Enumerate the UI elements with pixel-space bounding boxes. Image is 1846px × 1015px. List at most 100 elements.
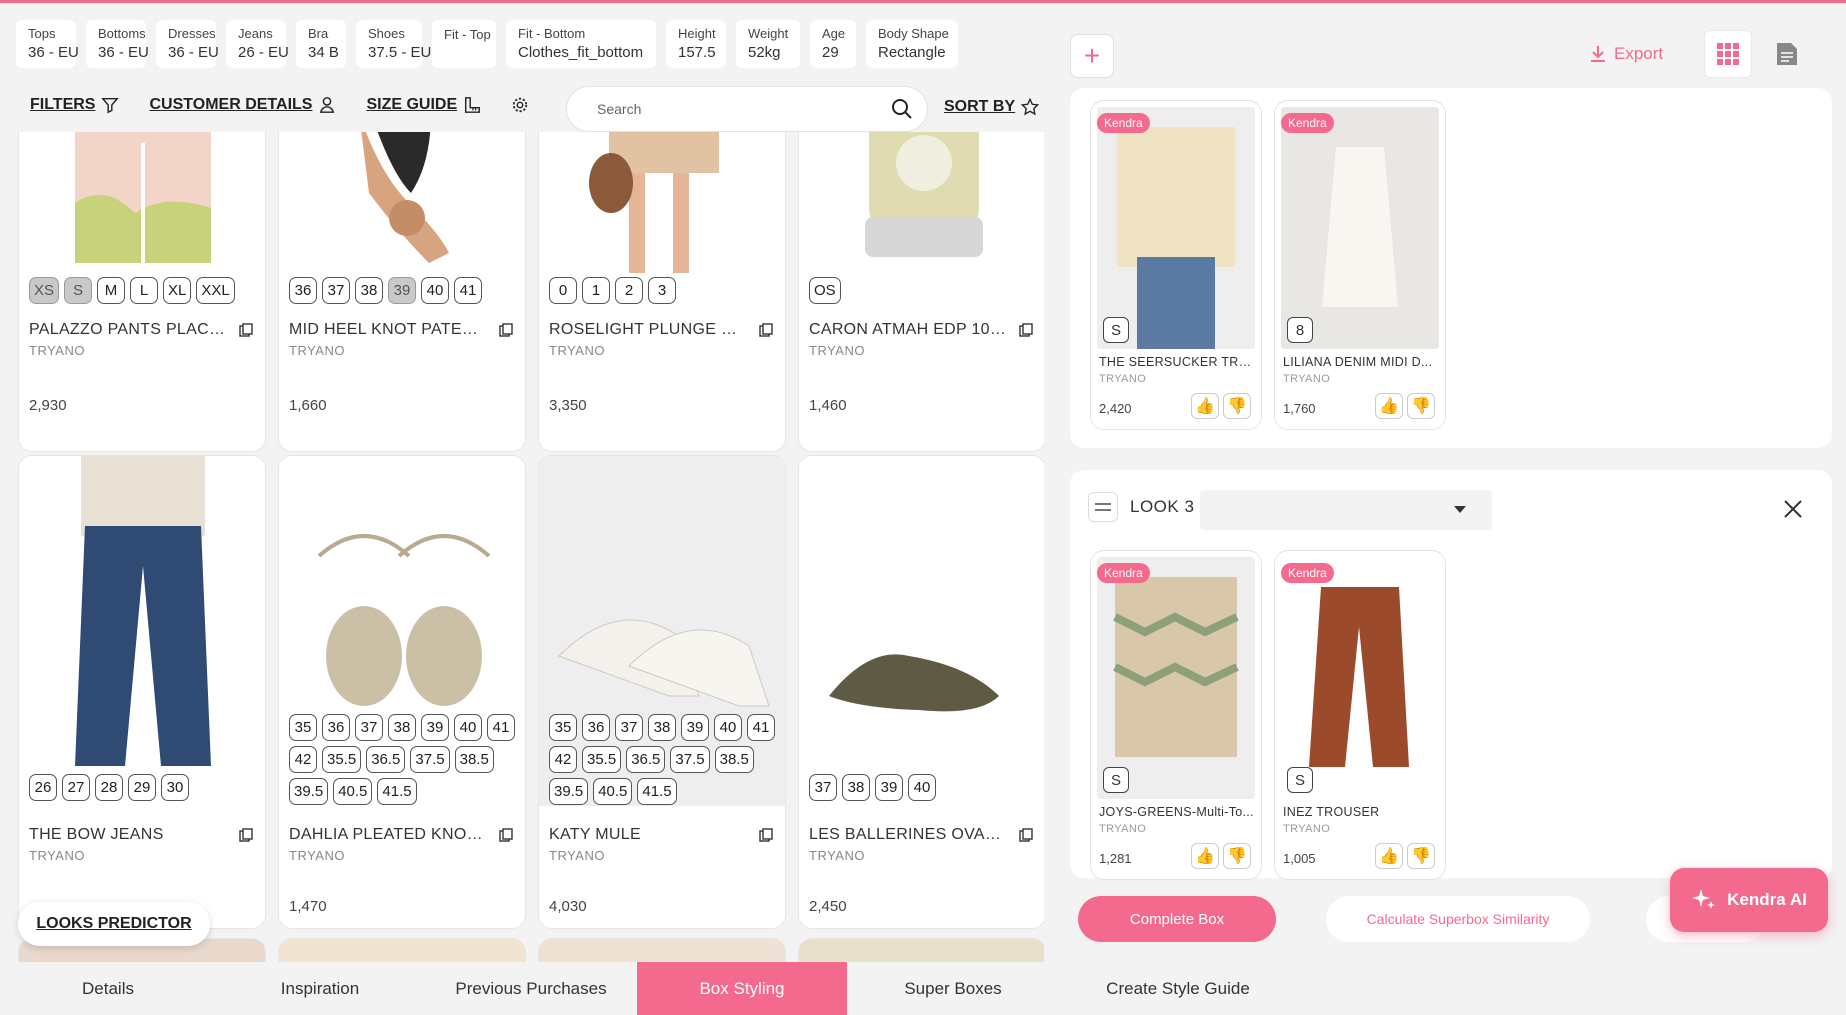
- size-option[interactable]: 37: [322, 277, 350, 304]
- size-option[interactable]: 42: [289, 746, 317, 773]
- drag-handle-icon[interactable]: [1088, 492, 1118, 522]
- size-option[interactable]: OS: [809, 277, 841, 304]
- export-button[interactable]: Export: [1590, 44, 1663, 64]
- size-option[interactable]: 36: [289, 277, 317, 304]
- size-option[interactable]: 39: [388, 277, 416, 304]
- product-card[interactable]: 0 1 2 3 ROSELIGHT PLUNGE MI... TRYANO 3,…: [538, 132, 786, 452]
- tab-inspiration[interactable]: Inspiration: [250, 962, 390, 1015]
- size-option[interactable]: 40: [714, 714, 742, 741]
- look-item-card[interactable]: Kendra S THE SEERSUCKER TRAC... TRYANO 2…: [1090, 100, 1262, 430]
- size-guide-button[interactable]: SIZE GUIDE: [366, 96, 481, 114]
- size-option[interactable]: 27: [62, 774, 90, 801]
- size-option[interactable]: 36.5: [626, 746, 666, 773]
- size-option[interactable]: 38: [648, 714, 676, 741]
- size-option[interactable]: 30: [161, 774, 189, 801]
- product-card[interactable]: OS CARON ATMAH EDP 100... TRYANO 1,460: [798, 132, 1044, 452]
- size-option[interactable]: 29: [128, 774, 156, 801]
- size-option[interactable]: 40: [421, 277, 449, 304]
- search-input[interactable]: [597, 101, 891, 117]
- size-option[interactable]: 42: [549, 746, 577, 773]
- size-option[interactable]: 26: [29, 774, 57, 801]
- look-size-badge[interactable]: 8: [1287, 317, 1313, 343]
- product-card[interactable]: 37 38 39 40 LES BALLERINES OVALO ... TRY…: [798, 455, 1044, 929]
- size-option[interactable]: 0: [549, 277, 577, 304]
- size-option[interactable]: 35.5: [582, 746, 622, 773]
- document-view-icon[interactable]: [1776, 42, 1798, 66]
- size-option[interactable]: 38: [842, 774, 870, 801]
- size-option[interactable]: 40.5: [333, 778, 373, 805]
- search-icon[interactable]: [891, 98, 913, 120]
- thumbs-up-icon[interactable]: 👍: [1375, 843, 1403, 869]
- size-option[interactable]: 41.5: [637, 778, 677, 805]
- close-icon[interactable]: [1782, 498, 1804, 520]
- size-option[interactable]: 37: [615, 714, 643, 741]
- copy-icon[interactable]: [499, 828, 513, 842]
- look-item-name[interactable]: LILIANA DENIM MIDI D...: [1283, 355, 1441, 369]
- product-name[interactable]: LES BALLERINES OVALO ...: [809, 826, 1009, 844]
- look-item-card[interactable]: Kendra S JOYS-GREENS-Multi-To... TRYANO …: [1090, 550, 1262, 880]
- look-item-name[interactable]: INEZ TROUSER: [1283, 805, 1441, 819]
- size-option[interactable]: 37.5: [670, 746, 710, 773]
- product-name[interactable]: CARON ATMAH EDP 100...: [809, 321, 1009, 339]
- size-option[interactable]: 2: [615, 277, 643, 304]
- product-card[interactable]: XS S M L XL XXL PALAZZO PANTS PLACEE TRY…: [18, 132, 266, 452]
- size-option[interactable]: 38: [388, 714, 416, 741]
- thumbs-down-icon[interactable]: 👎: [1407, 843, 1435, 869]
- size-option[interactable]: 36: [322, 714, 350, 741]
- size-option[interactable]: 1: [582, 277, 610, 304]
- size-option[interactable]: 39.5: [549, 778, 589, 805]
- look-size-badge[interactable]: S: [1103, 317, 1129, 343]
- size-option[interactable]: XXL: [196, 277, 235, 304]
- product-card[interactable]: 36 37 38 39 40 41 MID HEEL KNOT PATENT..…: [278, 132, 526, 452]
- size-option[interactable]: 41: [454, 277, 482, 304]
- copy-icon[interactable]: [759, 323, 773, 337]
- size-option[interactable]: 38.5: [454, 746, 494, 773]
- size-option[interactable]: 37.5: [410, 746, 450, 773]
- product-card[interactable]: [278, 938, 526, 962]
- tab-create-style-guide[interactable]: Create Style Guide: [1080, 962, 1276, 1015]
- tab-details[interactable]: Details: [40, 962, 176, 1015]
- size-option[interactable]: L: [130, 277, 159, 304]
- product-card[interactable]: 35 36 37 38 39 40 41 42 35.5 36.5 37.5 3…: [278, 455, 526, 929]
- size-option[interactable]: M: [97, 277, 126, 304]
- size-option[interactable]: XL: [163, 277, 192, 304]
- product-name[interactable]: PALAZZO PANTS PLACEE: [29, 321, 229, 339]
- size-option[interactable]: 35: [289, 714, 317, 741]
- look-item-name[interactable]: THE SEERSUCKER TRAC...: [1099, 355, 1257, 369]
- product-name[interactable]: DAHLIA PLEATED KNOT ...: [289, 826, 489, 844]
- add-look-button[interactable]: +: [1070, 34, 1114, 78]
- size-option[interactable]: 38.5: [714, 746, 754, 773]
- settings-button[interactable]: [511, 96, 529, 114]
- size-option[interactable]: 41: [747, 714, 775, 741]
- size-option[interactable]: 41.5: [377, 778, 417, 805]
- size-option[interactable]: 40: [908, 774, 936, 801]
- size-option[interactable]: 35: [549, 714, 577, 741]
- product-name[interactable]: MID HEEL KNOT PATENT...: [289, 321, 489, 339]
- size-option[interactable]: 39.5: [289, 778, 329, 805]
- tab-previous-purchases[interactable]: Previous Purchases: [448, 962, 614, 1015]
- size-option[interactable]: 28: [95, 774, 123, 801]
- filters-button[interactable]: FILTERS: [30, 96, 120, 114]
- kendra-ai-button[interactable]: Kendra AI: [1670, 868, 1828, 932]
- customer-details-button[interactable]: CUSTOMER DETAILS: [149, 96, 336, 114]
- product-name[interactable]: THE BOW JEANS: [29, 826, 229, 844]
- sort-by-button[interactable]: SORT BY: [944, 98, 1040, 116]
- size-option[interactable]: S: [64, 277, 93, 304]
- thumbs-down-icon[interactable]: 👎: [1223, 393, 1251, 419]
- size-option[interactable]: 35.5: [322, 746, 362, 773]
- copy-icon[interactable]: [759, 828, 773, 842]
- size-option[interactable]: 39: [681, 714, 709, 741]
- look-item-card[interactable]: Kendra S INEZ TROUSER TRYANO 1,005 👍 👎: [1274, 550, 1446, 880]
- copy-icon[interactable]: [1019, 828, 1033, 842]
- size-option[interactable]: 36.5: [366, 746, 406, 773]
- product-name[interactable]: ROSELIGHT PLUNGE MI...: [549, 321, 749, 339]
- copy-icon[interactable]: [1019, 323, 1033, 337]
- size-option[interactable]: 38: [355, 277, 383, 304]
- product-card[interactable]: [798, 938, 1044, 962]
- thumbs-up-icon[interactable]: 👍: [1375, 393, 1403, 419]
- grid-view-toggle[interactable]: [1704, 30, 1752, 78]
- look3-dropdown[interactable]: [1200, 490, 1492, 530]
- copy-icon[interactable]: [239, 323, 253, 337]
- size-option[interactable]: 37: [809, 774, 837, 801]
- product-name[interactable]: KATY MULE: [549, 826, 749, 844]
